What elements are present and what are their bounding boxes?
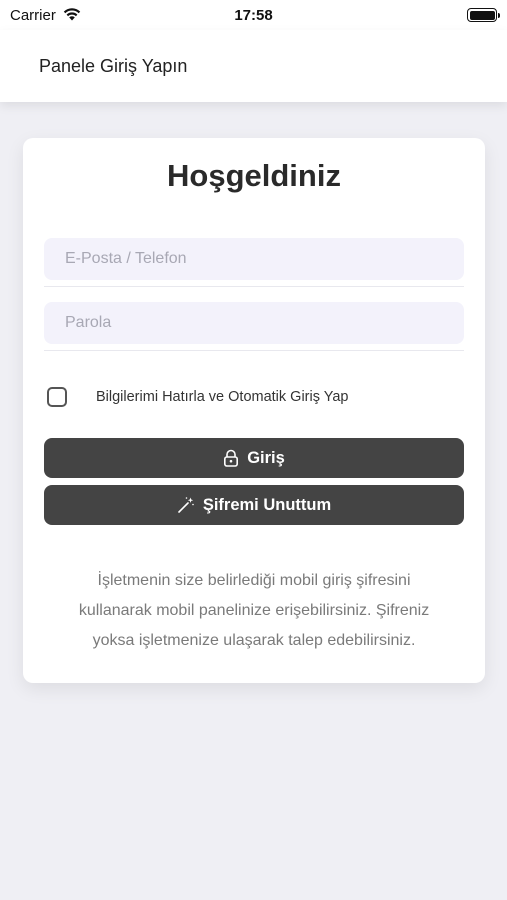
email-field-divider xyxy=(44,286,464,287)
login-card: Hoşgeldiniz Bilgilerimi Hatırla ve Otoma… xyxy=(23,138,485,683)
password-field-divider xyxy=(44,350,464,351)
login-button-label: Giriş xyxy=(247,448,285,467)
login-info-text: İşletmenin size belirlediği mobil giriş … xyxy=(78,572,430,649)
login-button[interactable]: Giriş xyxy=(44,438,464,478)
forgot-password-button[interactable]: Şifremi Unuttum xyxy=(44,485,464,525)
status-bar: Carrier 17:58 xyxy=(0,0,507,30)
page-title: Panele Giriş Yapın xyxy=(39,55,188,76)
wifi-icon xyxy=(62,6,82,25)
welcome-title: Hoşgeldiniz xyxy=(167,158,341,193)
status-left: Carrier xyxy=(10,6,82,25)
remember-me-label: Bilgilerimi Hatırla ve Otomatik Giriş Ya… xyxy=(96,389,349,405)
battery-icon xyxy=(467,8,500,22)
forgot-password-label: Şifremi Unuttum xyxy=(202,495,332,514)
email-phone-input[interactable] xyxy=(44,238,464,280)
navigation-bar: Panele Giriş Yapın xyxy=(0,30,507,102)
battery-level xyxy=(469,10,495,20)
lock-icon xyxy=(223,449,239,467)
remember-me-checkbox[interactable] xyxy=(47,387,67,407)
carrier-label: Carrier xyxy=(10,6,56,24)
magic-wand-icon xyxy=(177,496,195,514)
password-input[interactable] xyxy=(44,302,464,344)
remember-me-row[interactable]: Bilgilerimi Hatırla ve Otomatik Giriş Ya… xyxy=(47,387,348,407)
